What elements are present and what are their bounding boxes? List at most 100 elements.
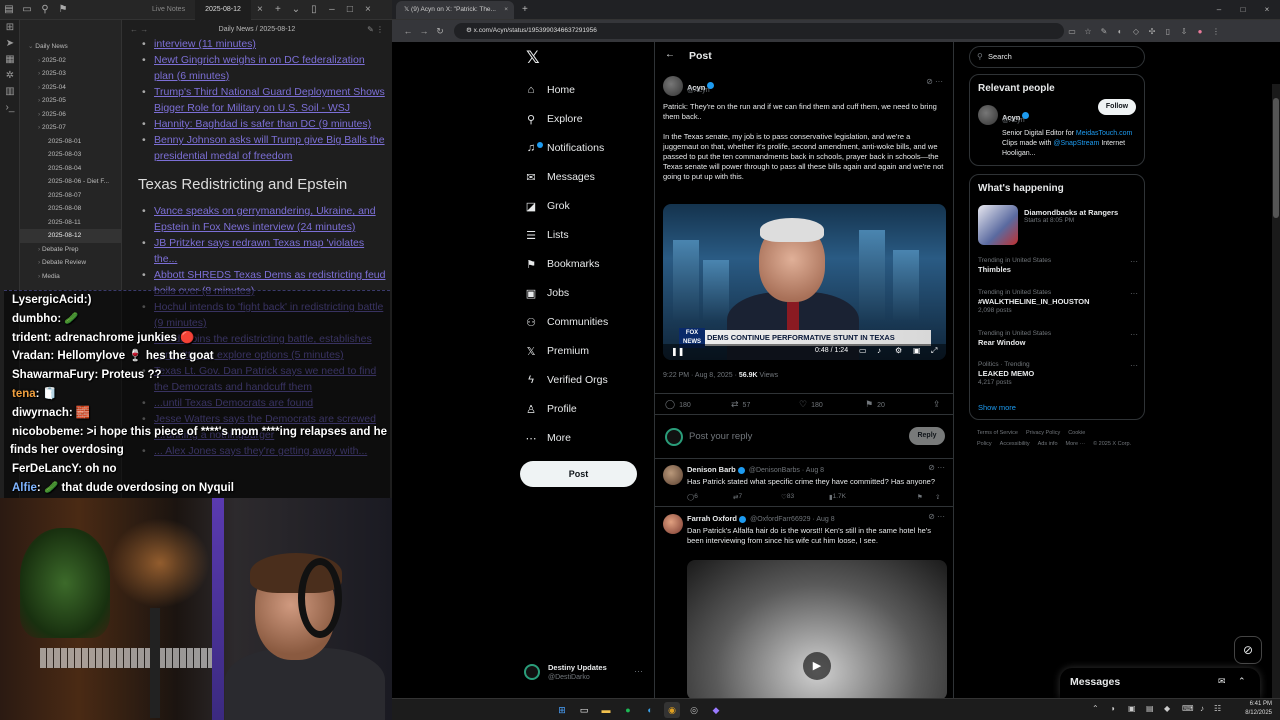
new-tab-icon[interactable]: + [269, 0, 287, 20]
edge-icon[interactable]: ◐ [642, 702, 658, 718]
footer-link[interactable]: Ads info [1038, 441, 1058, 447]
like-action[interactable]: ♡ 180 [799, 399, 823, 410]
news-link[interactable]: Benny Johnson asks will Trump give Big B… [138, 132, 386, 164]
tweet-video[interactable]: DEMS CONTINUE PERFORMATIVE STUNT IN TEXA… [663, 204, 946, 360]
reply-action[interactable]: ◯ 180 [665, 399, 691, 410]
app-tray-icon[interactable]: ◑ [1110, 704, 1115, 713]
trend-item[interactable]: Politics · Trending LEAKED MEMO 4,217 post… [978, 361, 1138, 386]
nav-premium[interactable]: 𝕏 Premium [524, 341, 589, 361]
tweet-options[interactable]: ⊘ ··· [926, 77, 943, 86]
back-icon[interactable]: ← [400, 26, 416, 36]
spotify-icon[interactable]: ● [620, 702, 636, 718]
captions-icon[interactable]: ▭ [859, 346, 867, 355]
sidebar-item[interactable]: › 2025-03 [20, 67, 121, 81]
search-icon[interactable]: ⚲ [36, 0, 54, 20]
start-icon[interactable]: ⊞ [554, 702, 570, 718]
news-link[interactable]: interview (11 minutes) [138, 36, 386, 52]
calendar-icon[interactable]: ▦ [0, 52, 20, 68]
messages-drawer[interactable]: Messages ✉ ⌃ [1060, 668, 1260, 698]
send-icon[interactable]: ➤ [0, 36, 20, 52]
repost-action[interactable]: ⇄ 57 [731, 399, 750, 410]
sidebar-item[interactable]: › 2025-06 [20, 108, 121, 122]
avatar[interactable] [663, 465, 683, 485]
extension-icon[interactable]: ◐ [1112, 27, 1128, 36]
profile-avatar-icon[interactable]: ● [1192, 27, 1208, 36]
compose-message-icon[interactable]: ✉ [1218, 676, 1226, 687]
chevron-up-icon[interactable]: ⌃ [1238, 676, 1246, 687]
tweet-time[interactable]: 9:22 PM · Aug 8, 2025 · [663, 372, 739, 379]
bookmark-icon[interactable]: ⚑ [54, 0, 72, 20]
chat-username[interactable]: diwyrnach [12, 407, 69, 419]
sidebar-item[interactable]: › Debate Review [20, 256, 121, 270]
nav-explore[interactable]: ⚲ Explore [524, 109, 583, 129]
app-tray-icon[interactable]: ◆ [1164, 704, 1170, 713]
author-name[interactable]: Denison Barb [687, 465, 736, 474]
scrollbar-thumb[interactable] [1273, 98, 1279, 218]
chat-username[interactable]: ShawarmaFury [12, 369, 94, 381]
more-icon[interactable]: ⊘ ··· [928, 463, 945, 472]
volume-icon[interactable]: ♪ [1200, 704, 1204, 713]
minimize-icon[interactable]: – [1208, 0, 1230, 20]
chat-username[interactable]: FerDeLancY [12, 463, 78, 475]
sidebar-item[interactable]: 2025-08-07 [20, 189, 121, 203]
sidebar-item[interactable]: 2025-08-01 [20, 135, 121, 149]
grok-icon[interactable]: ⊘ [926, 77, 933, 86]
author-name[interactable]: Farrah Oxford [687, 514, 737, 523]
switcher-icon[interactable]: ⊞ [0, 20, 20, 36]
person-handle[interactable]: @Acyn [1002, 117, 1025, 124]
folder-icon[interactable]: ▭ [18, 0, 36, 20]
app-tray-icon[interactable]: ▣ [1128, 704, 1136, 713]
bookmark-action[interactable]: ⚑ 20 [865, 399, 885, 410]
chat-username[interactable]: Vradan [12, 350, 50, 362]
puzzle-icon[interactable]: ✣ [1144, 27, 1160, 36]
footer-link[interactable]: More ··· [1066, 441, 1086, 447]
views-action[interactable]: ▮ 1.7K [829, 493, 846, 501]
page-scrollbar[interactable] [1272, 84, 1280, 720]
bookmark-icon[interactable]: ⚑ [917, 493, 923, 501]
terminal-icon[interactable]: ›_ [0, 100, 20, 116]
site-info-icon[interactable]: ⚙ [466, 27, 474, 34]
footer-link[interactable]: © 2025 X Corp. [1093, 441, 1131, 447]
trend-item[interactable]: Trending in United States #WALKTHELINE_IN… [978, 289, 1138, 314]
browser-tab[interactable]: 𝕏 (9) Acyn on X: "Patrick: The... × [396, 0, 514, 19]
close-tab-icon[interactable]: × [251, 0, 269, 20]
template-icon[interactable]: ▥ [0, 84, 20, 100]
split-view-icon[interactable]: ▯ [1160, 27, 1176, 36]
chat-username[interactable]: trident [12, 332, 48, 344]
sidebar-item[interactable]: › Debate Prep [20, 243, 121, 257]
maximize-icon[interactable]: □ [341, 0, 359, 20]
news-link[interactable]: Hannity: Baghdad is safer than DC (9 min… [138, 116, 386, 132]
reply-input[interactable]: Post your reply [689, 431, 752, 442]
volume-icon[interactable]: ♪ [877, 346, 881, 355]
bio-link[interactable]: MeidasTouch.com [1076, 130, 1132, 137]
cast-icon[interactable]: ▭ [1064, 27, 1080, 36]
news-link[interactable]: Newt Gingrich weighs in on DC federaliza… [138, 52, 386, 84]
sidebar-item[interactable]: › Media [20, 270, 121, 284]
folder-icon[interactable]: ▬ [598, 702, 614, 718]
sidebar-item[interactable]: 2025-08-11 [20, 216, 121, 230]
layout-icon[interactable]: ▯ [305, 0, 323, 20]
extension-icon[interactable]: ◇ [1128, 27, 1144, 36]
url-field[interactable]: ⚙ x.com/Acyn/status/1953990346637291956 [454, 23, 1064, 39]
tab-daily-note[interactable]: 2025-08-12 [195, 0, 251, 20]
nav-more[interactable]: ⋯ More [524, 428, 571, 448]
more-icon[interactable]: ⊘ ··· [928, 512, 945, 521]
extension-icon[interactable]: ✎ [1096, 27, 1112, 36]
sidebar-item[interactable]: 2025-08-12 [20, 229, 121, 243]
sidebar-item[interactable]: 2025-08-03 [20, 148, 121, 162]
avatar[interactable] [663, 514, 683, 534]
trend-item[interactable]: Trending in United States Rear Window ··· [978, 330, 1138, 347]
chrome-icon[interactable]: ◉ [664, 702, 680, 718]
clock[interactable]: 6:41 PM 8/12/2025 [1245, 700, 1272, 718]
chevron-down-icon[interactable]: ⌄ [287, 0, 305, 20]
forward-icon[interactable]: → [416, 26, 432, 36]
chevron-up-icon[interactable]: ⌃ [1092, 704, 1099, 713]
follow-button[interactable]: Follow [1098, 99, 1136, 115]
play-icon[interactable]: ▶ [803, 652, 831, 680]
avatar[interactable] [663, 76, 683, 96]
tab-live-notes[interactable]: Live Notes [142, 0, 195, 20]
grok-button[interactable]: ⊘ [1234, 636, 1262, 664]
obsidian-icon[interactable]: ◆ [708, 702, 724, 718]
more-icon[interactable]: ··· [935, 77, 943, 86]
trend-item[interactable]: Trending in United States Thimbles ··· [978, 257, 1138, 274]
